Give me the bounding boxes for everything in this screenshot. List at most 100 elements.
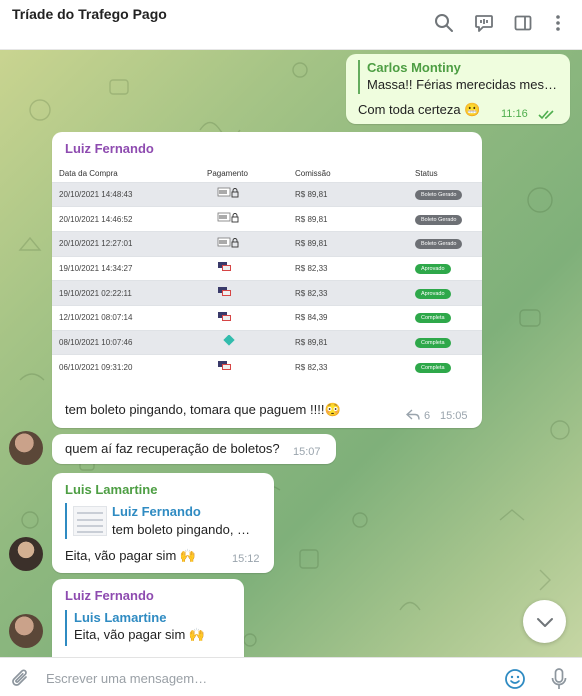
avatar[interactable] [9, 537, 43, 571]
message-time: 15:12 [232, 553, 260, 565]
message-composer [0, 657, 582, 696]
commission-cell: R$ 89,81 [295, 230, 415, 257]
payment-cell [207, 304, 295, 331]
search-icon[interactable] [433, 12, 455, 34]
commission-table: Data da Compra Pagamento Comissão Status… [52, 166, 482, 380]
sender-name[interactable]: Luiz Fernando [65, 141, 154, 156]
table-row: 12/10/2021 08:07:14 R$ 84,39 Completa [52, 304, 482, 331]
commission-cell: R$ 89,81 [295, 329, 415, 355]
status-cell: Boleto Gerado [415, 230, 482, 257]
reply-thumbnail [73, 506, 107, 536]
message-time: 15:07 [293, 446, 321, 458]
status-badge: Boleto Gerado [415, 189, 463, 200]
column-header: Data da Compra [59, 169, 118, 179]
reply-quote[interactable]: Carlos Montiny Massa!! Férias merecidas … [358, 60, 563, 94]
chat-title[interactable]: Tríade do Trafego Pago [12, 6, 167, 22]
message-text: tem boleto pingando, tomara que paguem !… [65, 402, 341, 417]
sender-name[interactable]: Luiz Fernando [65, 588, 154, 603]
reply-sender-name: Luis Lamartine [74, 610, 167, 625]
boleto-icon [217, 187, 239, 198]
date-cell: 19/10/2021 14:34:27 [52, 255, 207, 281]
table-row: 19/10/2021 02:22:11 R$ 82,33 Aprovado [52, 280, 482, 306]
status-badge: Completa [415, 337, 451, 348]
reply-quote[interactable]: Luiz Fernando tem boleto pingando, … [65, 503, 265, 539]
date-cell: 20/10/2021 14:46:52 [52, 206, 207, 232]
card-icon [218, 287, 231, 297]
reply-sender-name: Luiz Fernando [112, 504, 201, 519]
chat-background: Carlos Montiny Massa!! Férias merecidas … [0, 50, 582, 657]
pix-icon [223, 334, 235, 347]
commission-cell: R$ 82,33 [295, 354, 415, 380]
table-row: 08/10/2021 10:07:46 R$ 89,81 Completa [52, 329, 482, 355]
payment-cell [207, 230, 295, 257]
payment-cell [207, 329, 295, 355]
column-header: Comissão [295, 169, 331, 179]
commission-cell: R$ 82,33 [295, 255, 415, 281]
sidebar-icon[interactable] [512, 12, 534, 34]
chat-header: Tríade do Trafego Pago [0, 0, 582, 50]
avatar[interactable] [9, 614, 43, 648]
commission-cell: R$ 84,39 [295, 304, 415, 331]
column-header: Pagamento [207, 169, 248, 179]
commission-cell: R$ 82,33 [295, 280, 415, 306]
message-incoming[interactable]: quem aí faz recuperação de boletos? 15:0… [52, 434, 336, 464]
status-cell: Completa [415, 329, 482, 355]
message-incoming[interactable]: Luiz Fernando Data da Compra Pagamento C… [52, 132, 482, 428]
reply-sender-name: Carlos Montiny [367, 60, 461, 75]
commission-cell: R$ 89,81 [295, 206, 415, 232]
payment-cell [207, 255, 295, 281]
date-cell: 06/10/2021 09:31:20 [52, 354, 207, 380]
table-row: 20/10/2021 14:46:52 R$ 89,81 Boleto Gerado [52, 206, 482, 232]
status-badge: Aprovado [415, 288, 451, 299]
date-cell: 12/10/2021 08:07:14 [52, 304, 207, 331]
scroll-down-button[interactable] [523, 600, 566, 643]
chat-icon[interactable] [473, 12, 495, 34]
status-badge: Completa [415, 362, 451, 373]
card-icon [218, 262, 231, 272]
message-text: quem aí faz recuperação de boletos? [65, 441, 280, 456]
message-outgoing[interactable]: Carlos Montiny Massa!! Férias merecidas … [346, 54, 570, 124]
reply-count[interactable]: 6 [424, 410, 430, 422]
status-cell: Boleto Gerado [415, 206, 482, 232]
double-check-icon [538, 110, 554, 120]
chevron-down-icon [536, 617, 553, 627]
table-row: 20/10/2021 12:27:01 R$ 89,81 Boleto Gerado [52, 230, 482, 257]
microphone-icon[interactable] [547, 667, 571, 691]
message-input[interactable] [46, 667, 486, 689]
card-icon [218, 361, 231, 371]
message-time: 11:16 [501, 108, 528, 120]
table-screenshot-image[interactable]: Data da Compra Pagamento Comissão Status… [52, 166, 482, 380]
boleto-icon [217, 212, 239, 223]
column-header: Status [415, 169, 438, 179]
avatar[interactable] [9, 431, 43, 465]
status-cell: Completa [415, 304, 482, 331]
status-badge: Completa [415, 313, 451, 324]
payment-cell [207, 206, 295, 232]
status-badge: Boleto Gerado [415, 239, 463, 250]
status-cell: Aprovado [415, 280, 482, 306]
date-cell: 08/10/2021 10:07:46 [52, 329, 207, 355]
message-text: Eita, vão pagar sim 🙌 [65, 548, 197, 563]
more-icon[interactable] [547, 12, 569, 34]
commission-cell: R$ 89,81 [295, 181, 415, 207]
message-incoming[interactable]: Luiz Fernando Luis Lamartine Eita, vão p… [52, 579, 244, 657]
attach-icon[interactable] [9, 667, 33, 691]
status-cell: Completa [415, 354, 482, 380]
emoji-icon[interactable] [503, 667, 527, 691]
payment-cell [207, 280, 295, 306]
reply-quote[interactable]: Luis Lamartine Eita, vão pagar sim 🙌 [65, 610, 235, 646]
reply-text: Eita, vão pagar sim 🙌 [74, 627, 206, 642]
payment-cell [207, 181, 295, 207]
status-cell: Boleto Gerado [415, 181, 482, 207]
status-badge: Boleto Gerado [415, 214, 463, 225]
status-badge: Aprovado [415, 263, 451, 274]
reply-text: tem boleto pingando, … [112, 522, 251, 537]
date-cell: 20/10/2021 12:27:01 [52, 230, 207, 257]
table-row: 19/10/2021 14:34:27 R$ 82,33 Aprovado [52, 255, 482, 281]
message-incoming[interactable]: Luis Lamartine Luiz Fernando tem boleto … [52, 473, 274, 573]
date-cell: 19/10/2021 02:22:11 [52, 280, 207, 306]
date-cell: 20/10/2021 14:48:43 [52, 181, 207, 207]
sender-name[interactable]: Luis Lamartine [65, 482, 157, 497]
card-icon [218, 311, 231, 321]
reply-text: Massa!! Férias merecidas mes… [367, 77, 557, 92]
